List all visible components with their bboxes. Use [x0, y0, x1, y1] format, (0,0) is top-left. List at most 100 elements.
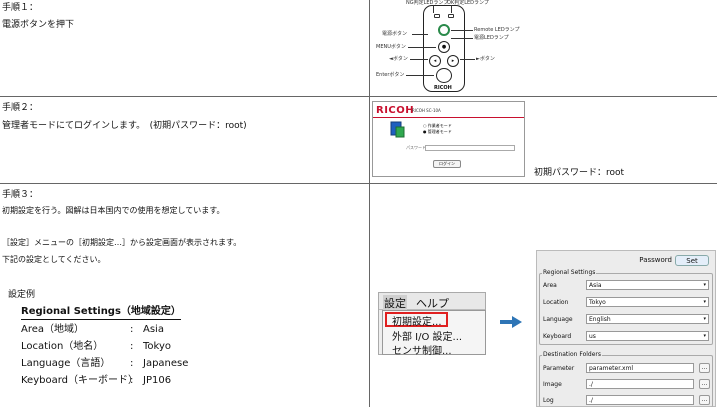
area-row-colon: : — [130, 324, 134, 335]
parameter-input[interactable]: parameter.xml — [586, 363, 694, 373]
area-select[interactable]: Asia ▾ — [586, 280, 709, 290]
remote-led-label: Remote LEDランプ — [474, 27, 520, 33]
settings-dropdown: 初期設定... 外部 I/O 設定... センサ制御... — [382, 310, 486, 357]
right-button-label: ►ボタン — [476, 56, 495, 62]
password-label: パスワード — [406, 145, 426, 150]
image-label: Image — [543, 381, 562, 388]
step1-desc: 電源ボタンを押下 — [2, 20, 75, 30]
password-input[interactable] — [425, 145, 515, 151]
power-button-icon — [438, 24, 450, 36]
column-divider — [369, 0, 370, 407]
left-button-label: ◄ボタン — [389, 56, 408, 62]
regional-group-label: Regional Settings — [542, 269, 597, 276]
arrow-right-icon — [500, 316, 522, 328]
right-button-icon: ▸ — [447, 55, 459, 67]
password-label: Password — [639, 256, 672, 264]
location-select[interactable]: Tokyo ▾ — [586, 297, 709, 307]
menu-button-icon: ● — [438, 41, 450, 53]
chevron-down-icon: ▾ — [703, 299, 706, 305]
step2-heading: 手順２： — [2, 103, 39, 113]
step3-heading: 手順３： — [2, 190, 39, 200]
chevron-down-icon: ▾ — [703, 316, 706, 322]
menu-button-label: MENUボタン — [376, 44, 406, 50]
language-row-label: Language（言語） — [21, 358, 111, 369]
ricoh-logo: RICOH — [376, 105, 415, 116]
parameter-browse-button[interactable]: ... — [699, 363, 710, 373]
language-row-value: Japanese — [143, 358, 189, 369]
step3-desc: 初期設定を行う。図解は日本国内での使用を想定しています。 — [2, 206, 225, 215]
language-value: English — [589, 316, 611, 323]
leader-line — [433, 5, 434, 13]
leader-line — [451, 30, 473, 31]
location-row-label: Location（地名） — [21, 341, 104, 352]
keyboard-row-value: JP106 — [143, 375, 172, 386]
model-name: RICOH SC-10A — [412, 108, 441, 113]
area-value: Asia — [589, 282, 602, 289]
enter-button-label: Enterボタン — [376, 72, 405, 78]
log-label: Log — [543, 397, 554, 404]
left-button-icon: ◂ — [429, 55, 441, 67]
device-body: ● ◂ ▸ RICOH — [423, 5, 465, 92]
location-row-colon: : — [130, 341, 134, 352]
menu-settings[interactable]: 設定 — [383, 295, 407, 311]
admin-mode-radio[interactable]: ● 管理者モード — [423, 129, 452, 135]
destination-group-label: Destination Folders — [542, 351, 603, 358]
login-button[interactable]: ログイン — [433, 160, 461, 168]
keyboard-label: Keyboard — [543, 333, 572, 340]
keyboard-select[interactable]: us ▾ — [586, 331, 709, 341]
external-io-item[interactable]: 外部 I/O 設定... — [392, 328, 462, 343]
power-led-label: 電源LEDランプ — [474, 35, 509, 41]
device-logo: RICOH — [434, 85, 452, 91]
login-screen: RICOH RICOH SC-10A ○ 作業者モード ● 管理者モード パスワ… — [372, 101, 525, 177]
example-heading: 設定例 — [8, 290, 36, 300]
area-row-value: Asia — [143, 324, 164, 335]
ok-led-icon — [448, 14, 454, 18]
worker-mode-label: 作業者モード — [427, 123, 452, 128]
set-button[interactable]: Set — [675, 255, 709, 266]
admin-mode-label: 管理者モード — [427, 129, 452, 134]
location-value: Tokyo — [589, 299, 606, 306]
language-label: Language — [543, 316, 573, 323]
ng-led-icon — [434, 14, 440, 18]
sensor-control-item[interactable]: センサ制御... — [392, 342, 452, 357]
parameter-label: Parameter — [543, 365, 575, 372]
leader-line — [406, 75, 434, 76]
area-label: Area — [543, 282, 557, 289]
regional-heading: Regional Settings（地域設定） — [21, 306, 181, 320]
chevron-down-icon: ▾ — [703, 282, 706, 288]
keyboard-row-label: Keyboard（キーボード） — [21, 375, 139, 386]
menu-bar: 設定 ヘルプ — [379, 293, 485, 311]
leader-line — [451, 5, 452, 13]
location-row-value: Tokyo — [143, 341, 171, 352]
menu-note: ［設定］メニューの［初期設定…］から設定画面が表示されます。 — [2, 238, 242, 247]
leader-line — [412, 34, 428, 35]
language-select[interactable]: English ▾ — [586, 314, 709, 324]
leader-line — [460, 59, 475, 60]
step2-desc: 管理者モードにてログインします。 (初期パスワード：root) — [2, 121, 247, 131]
power-button-label: 電源ボタン — [382, 31, 408, 37]
step1-heading: 手順１： — [2, 3, 39, 13]
login-icon — [390, 121, 405, 138]
leader-line — [408, 47, 436, 48]
chevron-down-icon: ▾ — [703, 333, 706, 339]
location-label: Location — [543, 299, 569, 306]
settings-menu: 設定 ヘルプ 初期設定... 外部 I/O 設定... センサ制御... — [378, 292, 486, 357]
leader-line — [451, 38, 473, 39]
keyboard-value: us — [589, 333, 596, 340]
settings-note: 下記の設定としてください。 — [2, 255, 106, 264]
log-browse-button[interactable]: ... — [699, 395, 710, 405]
row-divider-1 — [0, 96, 717, 97]
keyboard-row-colon: : — [130, 375, 134, 386]
enter-button-icon — [436, 68, 452, 83]
log-input[interactable]: ./ — [586, 395, 694, 405]
initial-settings-item[interactable]: 初期設定... — [392, 313, 442, 328]
area-row-label: Area（地域） — [21, 324, 85, 335]
menu-help[interactable]: ヘルプ — [416, 295, 449, 311]
language-row-colon: : — [130, 358, 134, 369]
row-divider-2 — [0, 183, 717, 184]
header-rule — [373, 117, 524, 118]
image-browse-button[interactable]: ... — [699, 379, 710, 389]
image-input[interactable]: ./ — [586, 379, 694, 389]
initial-password-note: 初期パスワード：root — [534, 168, 625, 178]
leader-line — [410, 59, 428, 60]
